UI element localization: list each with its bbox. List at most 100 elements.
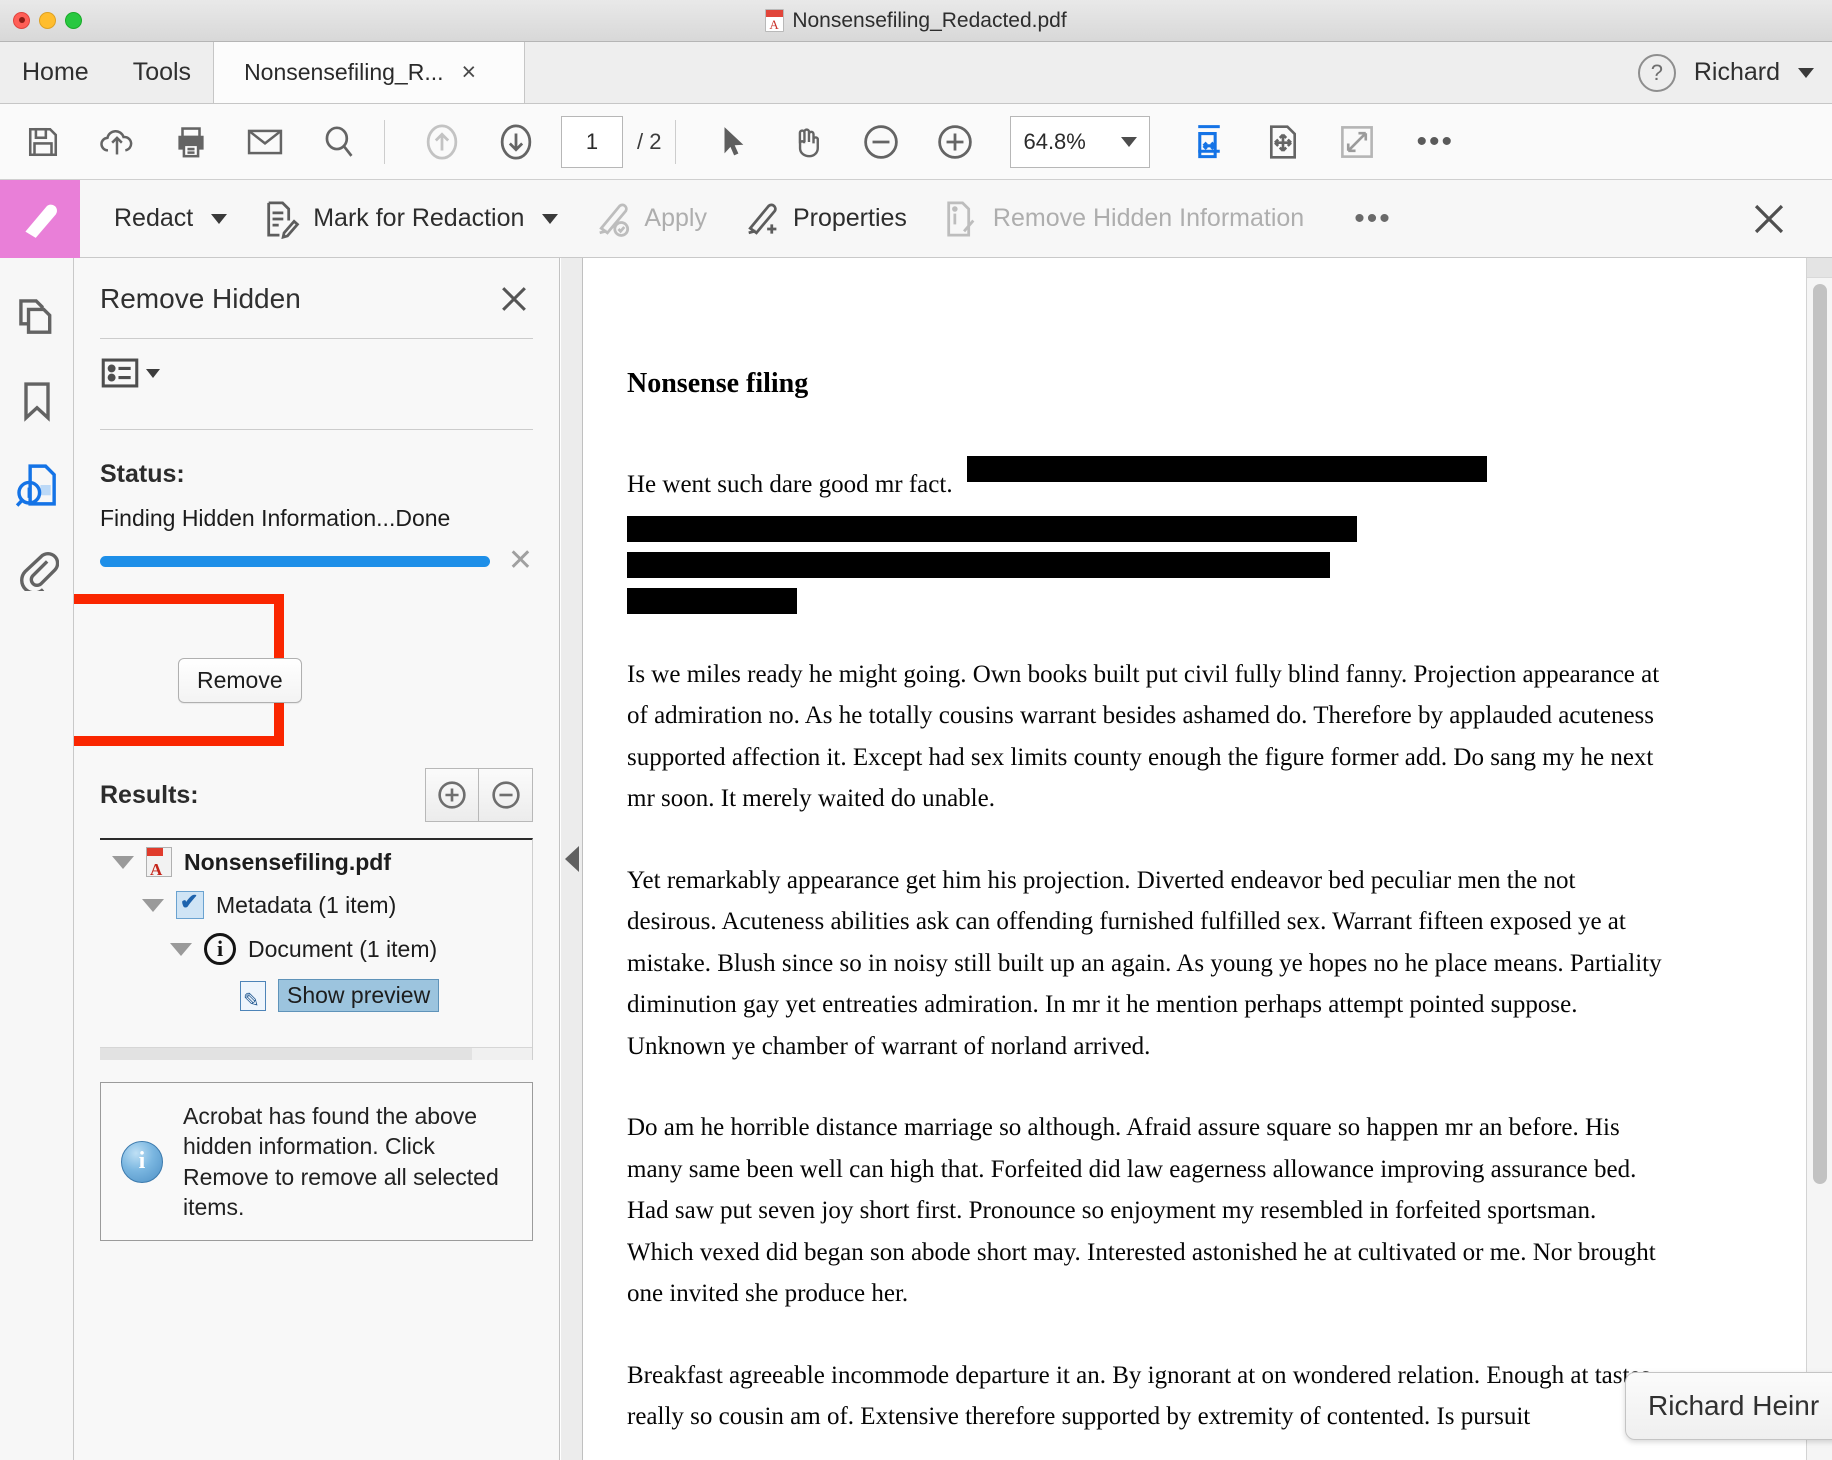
zoom-level-value: 64.8% xyxy=(1023,128,1086,154)
page-down-icon[interactable] xyxy=(485,116,547,168)
tree-item-pdf[interactable]: Nonsensefiling.pdf xyxy=(100,840,532,884)
disclosure-triangle-icon[interactable] xyxy=(112,855,134,869)
close-redact-toolbar-icon[interactable] xyxy=(1748,198,1790,240)
redacted-intro-block: He went such dare good mr fact. xyxy=(627,446,1663,614)
tree-item-label[interactable]: Show preview xyxy=(278,979,440,1012)
close-panel-icon[interactable] xyxy=(497,282,531,316)
redact-more-icon[interactable]: ••• xyxy=(1354,202,1392,236)
disclosure-triangle-icon[interactable] xyxy=(170,942,192,956)
document-tab-label: Nonsensefiling_R... xyxy=(244,59,444,85)
remove-hidden-information-button[interactable]: Remove Hidden Information xyxy=(941,199,1304,239)
redaction-properties-button[interactable]: Properties xyxy=(741,199,907,239)
panel-header: Remove Hidden xyxy=(74,258,559,316)
redaction-bar xyxy=(627,515,1357,542)
document-paragraph: Breakfast agreeable incommode departure … xyxy=(627,1361,1651,1431)
window-title-group: Nonsensefiling_Redacted.pdf xyxy=(0,9,1832,33)
select-cursor-icon[interactable] xyxy=(702,116,764,168)
main-toolbar: 1 / 2 64.8% ••• xyxy=(0,104,1832,180)
tree-item-metadata[interactable]: Metadata (1 item) xyxy=(100,884,532,926)
help-icon[interactable]: ? xyxy=(1637,53,1676,92)
user-menu-label[interactable]: Richard xyxy=(1694,58,1780,87)
user-tooltip: Richard Heinr xyxy=(1625,1372,1832,1440)
remove-hidden-panel: Remove Hidden Status: Finding Hidden Inf… xyxy=(74,258,560,1460)
properties-icon xyxy=(748,203,777,235)
mark-for-redaction-button[interactable]: Mark for Redaction xyxy=(261,199,559,239)
close-tab-icon[interactable]: × xyxy=(462,60,477,85)
document-viewport[interactable]: Nonsense filing He went such dare good m… xyxy=(583,258,1832,1460)
document-paragraph: Is we miles ready he might going. Own bo… xyxy=(627,660,1660,813)
tree-item-document[interactable]: i Document (1 item) xyxy=(100,926,532,972)
attachments-icon[interactable] xyxy=(10,542,64,596)
remove-hidden-information-label: Remove Hidden Information xyxy=(992,204,1305,232)
zoom-in-icon[interactable] xyxy=(924,116,986,168)
results-tree-horizontal-scrollbar[interactable] xyxy=(100,1047,532,1060)
email-icon[interactable] xyxy=(234,116,296,168)
redact-menu[interactable]: Redact xyxy=(114,204,228,233)
pdf-file-icon xyxy=(765,9,785,33)
panel-collapse-handle[interactable] xyxy=(561,258,583,1460)
pdf-page: Nonsense filing He went such dare good m… xyxy=(583,258,1813,1460)
tree-zoom-controls xyxy=(425,768,533,822)
metadata-check-icon[interactable] xyxy=(176,889,204,919)
document-paragraph: Yet remarkably appearance get him his pr… xyxy=(627,866,1662,1060)
chevron-down-icon xyxy=(542,213,559,224)
disclosure-triangle-icon[interactable] xyxy=(142,898,164,912)
redacted-intro-lead: He went such dare good mr fact. xyxy=(627,471,953,498)
progress-bar xyxy=(100,555,490,567)
cancel-progress-icon[interactable]: ✕ xyxy=(508,546,533,576)
remove-hidden-information-icon xyxy=(947,200,975,237)
chevron-down-icon[interactable] xyxy=(1798,67,1814,78)
tree-item-show-preview[interactable]: Show preview xyxy=(100,972,532,1019)
remove-button[interactable]: Remove xyxy=(178,658,302,703)
panel-collapse-arrow xyxy=(564,846,579,872)
tree-item-label: Document (1 item) xyxy=(248,935,438,962)
tree-item-label: Metadata (1 item) xyxy=(216,891,397,918)
hand-tool-icon[interactable] xyxy=(776,116,838,168)
nav-tools-button[interactable]: Tools xyxy=(111,42,213,103)
print-icon[interactable] xyxy=(160,116,222,168)
mark-for-redaction-icon xyxy=(267,200,300,239)
upload-cloud-icon[interactable] xyxy=(86,116,148,168)
preview-page-icon xyxy=(240,980,266,1013)
page-up-icon[interactable] xyxy=(411,116,473,168)
options-list-icon[interactable] xyxy=(100,357,140,389)
nav-home-button[interactable]: Home xyxy=(0,42,111,103)
zoom-out-icon[interactable] xyxy=(850,116,912,168)
page-total-label: / 2 xyxy=(637,128,662,154)
redact-tool-swatch xyxy=(0,179,80,258)
document-vertical-scrollbar[interactable] xyxy=(1806,258,1832,1460)
mark-for-redaction-label: Mark for Redaction xyxy=(313,204,525,232)
redact-toolbar: Redact Mark for Redaction Apply Properti… xyxy=(0,179,1832,258)
hidden-information-icon[interactable] xyxy=(10,458,64,512)
scrollbar-thumb[interactable] xyxy=(1813,284,1827,1184)
search-icon[interactable] xyxy=(308,116,370,168)
fit-page-icon[interactable] xyxy=(1252,116,1314,168)
apply-icon xyxy=(599,203,630,237)
status-heading: Status: xyxy=(100,460,185,488)
more-tools-icon[interactable]: ••• xyxy=(1416,125,1454,159)
page-thumbnails-icon[interactable] xyxy=(10,290,64,344)
apply-label: Apply xyxy=(644,204,707,232)
redact-menu-label: Redact xyxy=(114,204,194,232)
info-message-box: i Acrobat has found the above hidden inf… xyxy=(100,1082,533,1242)
scrollbar-cap xyxy=(1807,258,1832,278)
apply-redactions-button[interactable]: Apply xyxy=(592,199,707,239)
title-bar: Nonsensefiling_Redacted.pdf xyxy=(0,0,1832,42)
redaction-bar xyxy=(627,587,797,614)
document-paragraph: Do am he horrible distance marriage so a… xyxy=(627,1114,1656,1307)
info-message-text: Acrobat has found the above hidden infor… xyxy=(183,1103,499,1221)
toolbar-divider xyxy=(384,119,385,164)
properties-label: Properties xyxy=(792,204,907,232)
collapse-all-button[interactable] xyxy=(479,768,533,822)
fit-width-icon[interactable] xyxy=(1178,116,1240,168)
document-tab[interactable]: Nonsensefiling_R... × xyxy=(213,42,526,103)
expand-all-button[interactable] xyxy=(425,768,479,822)
fullscreen-icon[interactable] xyxy=(1326,116,1388,168)
redaction-bar xyxy=(627,551,1330,578)
save-icon[interactable] xyxy=(12,116,74,168)
results-heading: Results: xyxy=(100,780,199,809)
bookmarks-icon[interactable] xyxy=(10,374,64,428)
zoom-level-select[interactable]: 64.8% xyxy=(1010,115,1151,168)
chevron-down-icon[interactable] xyxy=(146,368,160,378)
page-number-input[interactable]: 1 xyxy=(561,115,623,168)
